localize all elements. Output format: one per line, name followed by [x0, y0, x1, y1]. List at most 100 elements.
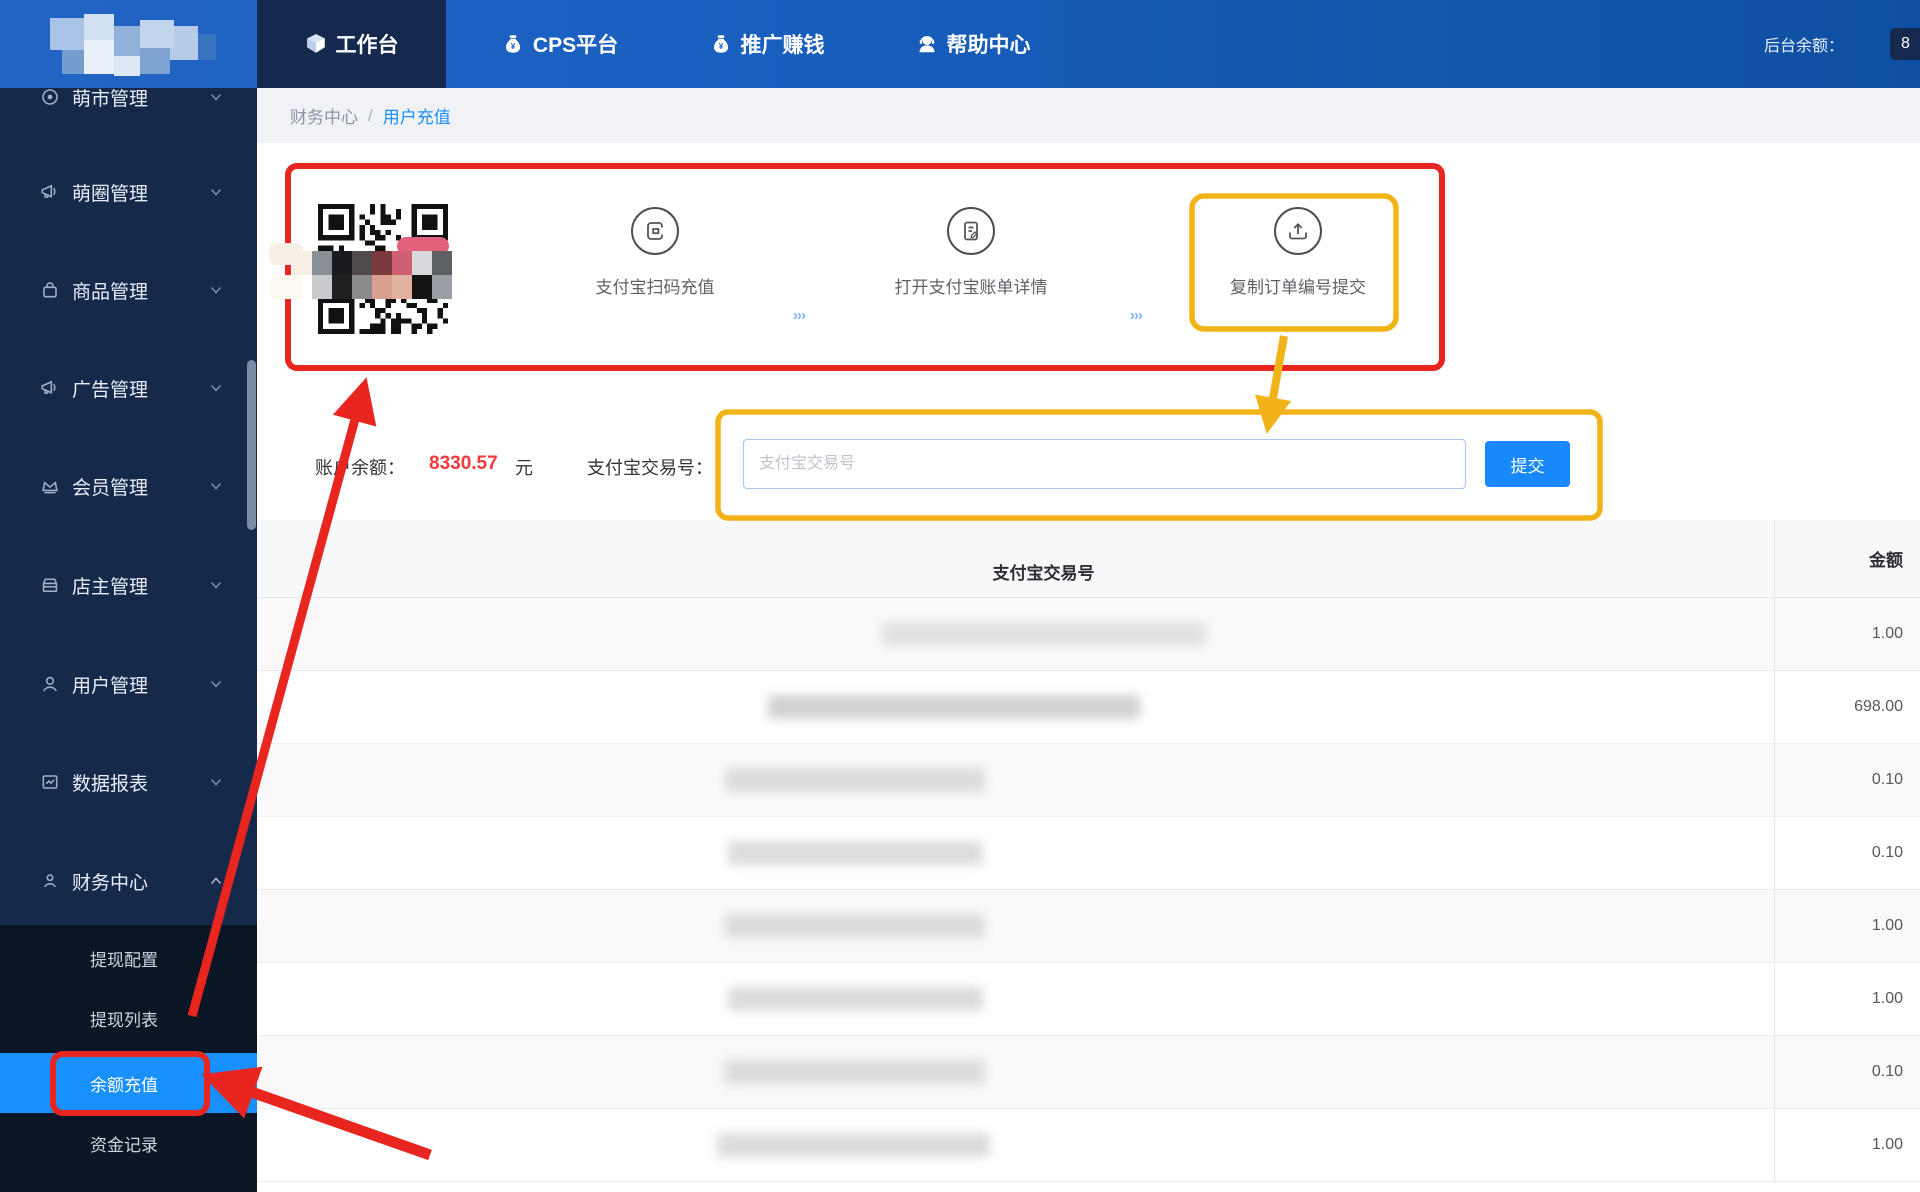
megaphone-icon — [41, 184, 56, 198]
step-submit-order-no: 复制订单编号提交 — [1178, 207, 1418, 298]
dot-circle-icon — [42, 89, 58, 105]
chevron-down-icon — [210, 778, 222, 786]
sidebar-item-meng-circle[interactable]: 萌圈管理 — [0, 170, 257, 214]
breadcrumb-separator: / — [368, 105, 373, 125]
chevron-down-icon — [210, 581, 222, 589]
backend-balance: 后台余额： — [1764, 0, 1844, 88]
qr-redaction-blob — [271, 275, 301, 299]
chevron-down-icon — [210, 286, 222, 294]
amount-cell: 698.00 — [1774, 671, 1920, 743]
tab-promotion-earn[interactable]: ¥ 推广赚钱 — [682, 0, 852, 88]
crown-icon — [42, 481, 58, 494]
chevron-down-icon — [210, 482, 222, 490]
amount-cell: 0.10 — [1774, 1036, 1920, 1108]
redacted-tx-id — [768, 695, 1140, 719]
account-balance-value: 8330.57 — [429, 453, 498, 474]
backend-balance-value: 8 — [1890, 28, 1920, 60]
chevron-down-icon — [210, 680, 222, 688]
tab-label: 帮助中心 — [946, 34, 1031, 57]
svg-text:¥: ¥ — [718, 42, 723, 51]
step-label: 复制订单编号提交 — [1230, 278, 1366, 297]
tab-workbench[interactable]: 工作台 — [257, 0, 446, 88]
step-label: 打开支付宝账单详情 — [894, 278, 1048, 297]
submenu-fund-records[interactable]: 资金记录 — [0, 1119, 257, 1167]
sidebar-item-users[interactable]: 用户管理 — [0, 662, 257, 706]
table-row: 1.00 — [257, 1109, 1920, 1182]
tab-label: 工作台 — [335, 34, 399, 57]
redacted-tx-id — [882, 622, 1206, 646]
step-scan-qr: 支付宝扫码充值 — [535, 207, 775, 298]
money-bag-icon: ¥ — [713, 35, 728, 53]
step-arrow-icon: ››› — [1130, 307, 1143, 324]
table-header-tx: 支付宝交易号 — [992, 563, 1095, 583]
redacted-tx-id — [728, 987, 983, 1011]
submenu-withdraw-list[interactable]: 提现列表 — [0, 994, 257, 1042]
table-row: 1.00 — [257, 890, 1920, 963]
sidebar-scrollbar-thumb[interactable] — [247, 360, 256, 530]
app-logo — [0, 0, 257, 88]
submenu-withdraw-config[interactable]: 提现配置 — [0, 934, 257, 982]
sidebar-item-reports[interactable]: 数据报表 — [0, 760, 257, 804]
tab-help-center[interactable]: 帮助中心 — [888, 0, 1058, 88]
amount-cell: 1.00 — [1774, 890, 1920, 962]
redacted-tx-id — [725, 1060, 985, 1084]
tab-label: CPS平台 — [532, 34, 619, 57]
storefront-icon — [42, 578, 58, 592]
table-header-row: 支付宝交易号 金额 — [257, 520, 1920, 598]
step-label: 支付宝扫码充值 — [595, 278, 715, 297]
svg-text:¥: ¥ — [511, 42, 516, 51]
account-balance-unit: 元 — [515, 458, 533, 478]
amount-cell: 0.10 — [1774, 817, 1920, 889]
breadcrumb-parent[interactable]: 财务中心 — [290, 103, 358, 128]
sidebar-item-ads[interactable]: 广告管理 — [0, 366, 257, 410]
table-row: 0.10 — [257, 1036, 1920, 1109]
sidebar-nav: 萌市管理 萌圈管理 商品管理 广告管理 会员管理 店主管理 用户管理 数据报表 … — [0, 88, 257, 1192]
amount-cell: 1.00 — [1774, 1109, 1920, 1181]
main-content: 财务中心 / 用户充值 支付宝扫码充值 ››› 打开支付宝账单详情 ››› 复制… — [257, 88, 1920, 1192]
sidebar-item-products[interactable]: 商品管理 — [0, 268, 257, 312]
top-navbar: 工作台 ¥ CPS平台 ¥ 推广赚钱 帮助中心 后台余额： 8 — [0, 0, 1920, 88]
qr-redaction-blob — [269, 243, 303, 265]
bill-icon — [947, 207, 995, 255]
table-row: 1.00 — [257, 963, 1920, 1036]
breadcrumb-current[interactable]: 用户充值 — [383, 103, 451, 128]
person-icon — [43, 676, 57, 692]
amount-cell: 1.00 — [1774, 598, 1920, 670]
scan-icon — [631, 207, 679, 255]
recharge-form-panel: 账户余额： 8330.57 元 支付宝交易号： 提交 支付宝交易号 金额 1.0… — [257, 418, 1920, 1192]
table-row: 1.00 — [257, 598, 1920, 671]
table-row: 0.10 — [257, 744, 1920, 817]
breadcrumb: 财务中心 / 用户充值 — [290, 88, 451, 143]
bag-icon — [43, 282, 57, 298]
recharge-form-row: 账户余额： 8330.57 元 支付宝交易号： 提交 — [257, 418, 1920, 520]
chevron-down-icon — [210, 188, 222, 196]
redacted-tx-id — [728, 841, 983, 865]
table-row: 698.00 — [257, 671, 1920, 744]
sidebar-item-shop-owners[interactable]: 店主管理 — [0, 563, 257, 607]
sidebar-item-meng-market[interactable]: 萌市管理 — [0, 88, 257, 119]
sidebar-item-finance-center[interactable]: 财务中心 — [0, 859, 257, 903]
table-row: 0.10 — [257, 817, 1920, 890]
chevron-down-icon — [210, 93, 222, 101]
submenu-balance-recharge[interactable]: 余额充值 — [0, 1053, 257, 1113]
alipay-tx-label: 支付宝交易号： — [587, 458, 713, 478]
megaphone-icon — [41, 380, 56, 394]
tab-cps-platform[interactable]: ¥ CPS平台 — [470, 0, 650, 88]
report-chart-icon — [42, 775, 58, 789]
redacted-tx-id — [717, 1133, 990, 1157]
chevron-up-icon — [210, 877, 222, 885]
sidebar-item-members[interactable]: 会员管理 — [0, 464, 257, 508]
alipay-tx-input[interactable] — [743, 439, 1466, 489]
redacted-tx-id — [725, 914, 985, 938]
step-arrow-icon: ››› — [793, 307, 806, 324]
redacted-tx-id — [725, 768, 985, 792]
tab-label: 推广赚钱 — [740, 34, 825, 57]
upload-icon — [1274, 207, 1322, 255]
amount-cell: 1.00 — [1774, 963, 1920, 1035]
step-open-bill: 打开支付宝账单详情 — [851, 207, 1091, 298]
support-person-icon — [919, 35, 934, 53]
submit-button[interactable]: 提交 — [1485, 441, 1570, 487]
chevron-down-icon — [210, 384, 222, 392]
account-balance-label: 账户余额： — [315, 458, 405, 478]
amount-cell: 0.10 — [1774, 744, 1920, 816]
